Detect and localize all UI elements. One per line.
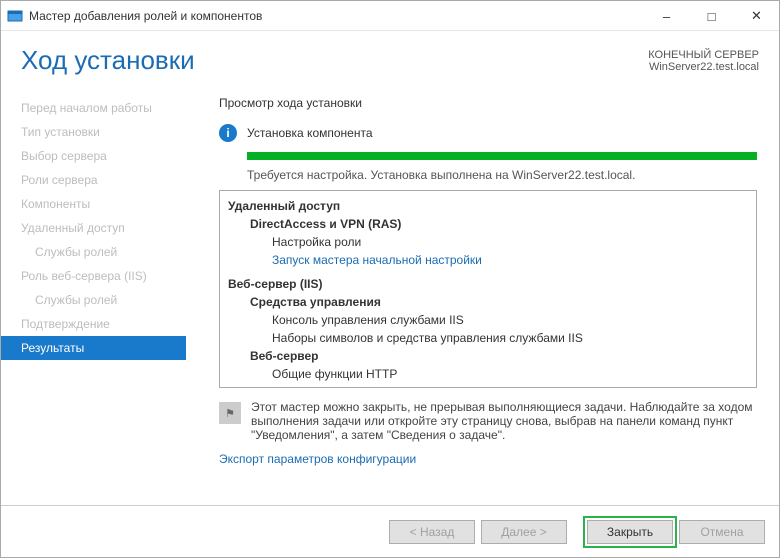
cancel-button[interactable]: Отмена	[679, 520, 765, 544]
result-iis-console: Консоль управления службами IIS	[228, 311, 748, 329]
result-http-common: Общие функции HTTP	[228, 365, 748, 383]
step-results: Результаты	[1, 336, 186, 360]
header: Ход установки КОНЕЧНЫЙ СЕРВЕР WinServer2…	[1, 31, 779, 84]
step-before-you-begin: Перед началом работы	[21, 96, 201, 120]
back-button[interactable]: < Назад	[389, 520, 475, 544]
status-row: i Установка компонента	[219, 124, 757, 142]
status-text: Установка компонента	[247, 126, 373, 140]
result-web-server: Веб-сервер (IIS)	[228, 275, 748, 293]
window-title: Мастер добавления ролей и компонентов	[29, 9, 644, 23]
dest-label: КОНЕЧНЫЙ СЕРВЕР	[648, 49, 759, 61]
info-icon: i	[219, 124, 237, 142]
close-button[interactable]: Закрыть	[587, 520, 673, 544]
step-remote-access: Удаленный доступ	[21, 216, 201, 240]
wizard-steps: Перед началом работы Тип установки Выбор…	[1, 84, 201, 482]
step-role-services-1: Службы ролей	[21, 240, 201, 264]
flag-icon: ⚑	[219, 402, 241, 424]
step-features: Компоненты	[21, 192, 201, 216]
note-row: ⚑ Этот мастер можно закрыть, не прерывая…	[219, 400, 757, 442]
result-config-role: Настройка роли	[228, 233, 748, 251]
titlebar: Мастер добавления ролей и компонентов – …	[1, 1, 779, 31]
result-remote-access: Удаленный доступ	[228, 197, 748, 215]
result-web-server-2: Веб-сервер	[228, 347, 748, 365]
results-box[interactable]: Удаленный доступ DirectAccess и VPN (RAS…	[219, 190, 757, 388]
result-directaccess-vpn: DirectAccess и VPN (RAS)	[228, 215, 748, 233]
step-web-server-role: Роль веб-сервера (IIS)	[21, 264, 201, 288]
step-role-services-2: Службы ролей	[21, 288, 201, 312]
requires-config-text: Требуется настройка. Установка выполнена…	[247, 168, 757, 182]
next-button[interactable]: Далее >	[481, 520, 567, 544]
minimize-button[interactable]: –	[644, 1, 689, 31]
step-server-selection: Выбор сервера	[21, 144, 201, 168]
step-install-type: Тип установки	[21, 120, 201, 144]
step-confirmation: Подтверждение	[21, 312, 201, 336]
start-wizard-link[interactable]: Запуск мастера начальной настройки	[228, 251, 748, 269]
body: Перед началом работы Тип установки Выбор…	[1, 84, 779, 482]
app-icon	[7, 8, 23, 24]
dest-server-name: WinServer22.test.local	[648, 61, 759, 73]
destination-server: КОНЕЧНЫЙ СЕРВЕР WinServer22.test.local	[648, 45, 759, 76]
section-title: Просмотр хода установки	[219, 96, 757, 110]
window-buttons: – □ ✕	[644, 1, 779, 30]
progress-bar	[247, 152, 757, 160]
note-text: Этот мастер можно закрыть, не прерывая в…	[251, 400, 757, 442]
main-panel: Просмотр хода установки i Установка комп…	[201, 84, 779, 482]
step-server-roles: Роли сервера	[21, 168, 201, 192]
result-mgmt-tools: Средства управления	[228, 293, 748, 311]
page-title: Ход установки	[21, 45, 648, 76]
progress-fill	[247, 152, 757, 160]
footer: < Назад Далее > Закрыть Отмена	[1, 505, 779, 557]
result-iis-scripts: Наборы символов и средства управления сл…	[228, 329, 748, 347]
maximize-button[interactable]: □	[689, 1, 734, 31]
close-window-button[interactable]: ✕	[734, 1, 779, 31]
export-config-link[interactable]: Экспорт параметров конфигурации	[219, 452, 757, 466]
